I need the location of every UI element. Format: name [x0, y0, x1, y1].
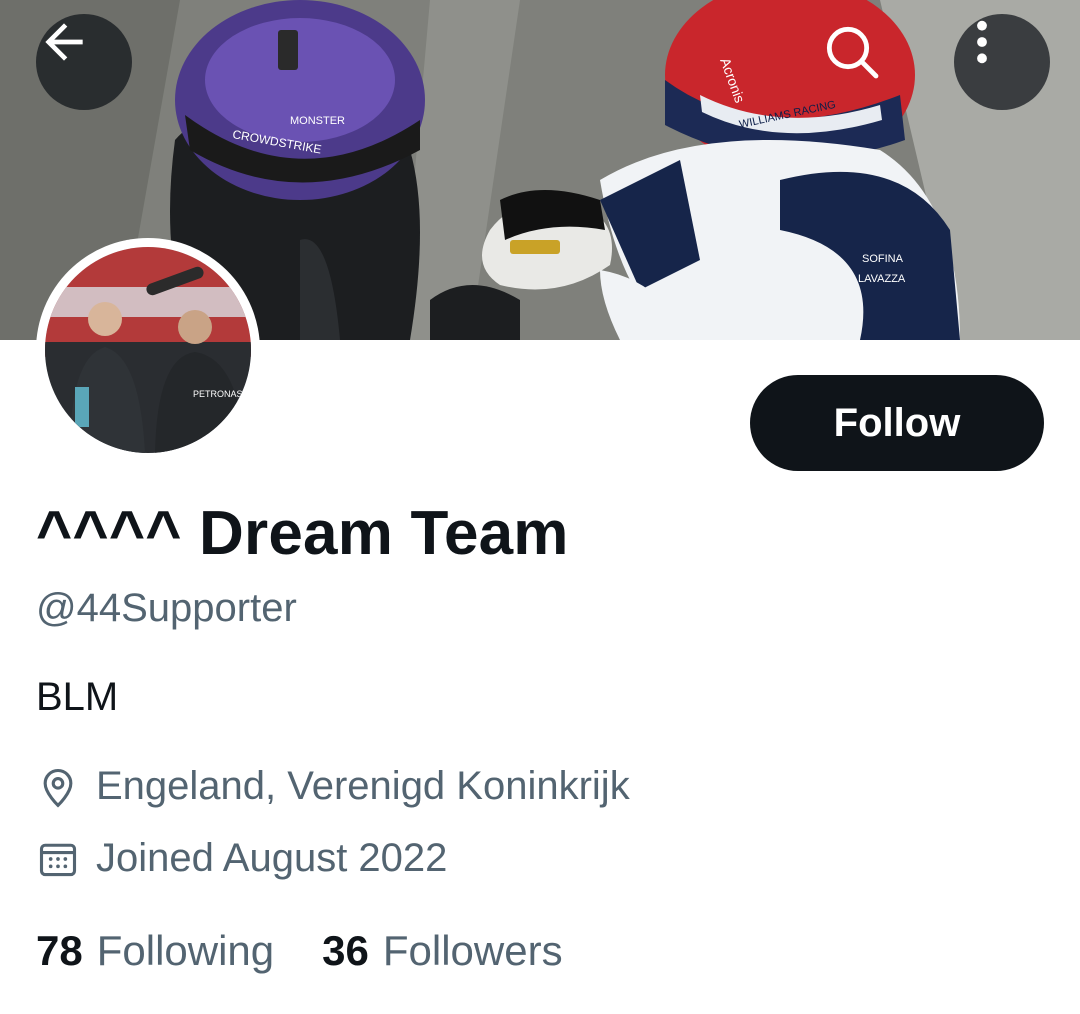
following-count: 78 [36, 927, 83, 974]
location: Engeland, Verenigd Koninkrijk [36, 764, 630, 809]
followers-link[interactable]: 36 Followers [322, 927, 562, 975]
svg-text:SOFINA: SOFINA [862, 253, 904, 265]
following-link[interactable]: 78 Following [36, 927, 274, 975]
following-label: Following [96, 927, 275, 974]
more-options-button[interactable] [954, 14, 1050, 110]
search-icon [826, 26, 879, 79]
svg-text:LAVAZZA: LAVAZZA [858, 273, 906, 285]
display-name: ^^^^ Dream Team [36, 499, 569, 568]
follow-button[interactable]: Follow [750, 375, 1044, 471]
calendar-icon [36, 837, 80, 881]
location-text: Engeland, Verenigd Koninkrijk [96, 764, 630, 808]
avatar-photo: PETRONAS [45, 247, 251, 453]
join-date: Joined August 2022 [36, 836, 447, 881]
followers-label: Followers [382, 927, 563, 974]
join-date-text: Joined August 2022 [96, 836, 448, 880]
svg-text:MONSTER: MONSTER [290, 115, 345, 127]
arrow-left-icon [45, 23, 83, 61]
search-button[interactable] [820, 20, 910, 110]
profile-page: CROWDSTRIKE MONSTER WILLIAMS RACING Acro… [0, 0, 1080, 1014]
follow-stats: 78 Following 36 Followers [36, 927, 563, 975]
back-button[interactable] [36, 14, 132, 110]
avatar[interactable]: PETRONAS [36, 238, 260, 462]
followers-count: 36 [322, 927, 369, 974]
location-pin-icon [36, 765, 80, 809]
user-handle: @44Supporter [36, 586, 297, 630]
bio: BLM [36, 675, 119, 719]
more-vertical-icon [977, 20, 987, 64]
svg-text:PETRONAS: PETRONAS [193, 389, 243, 399]
